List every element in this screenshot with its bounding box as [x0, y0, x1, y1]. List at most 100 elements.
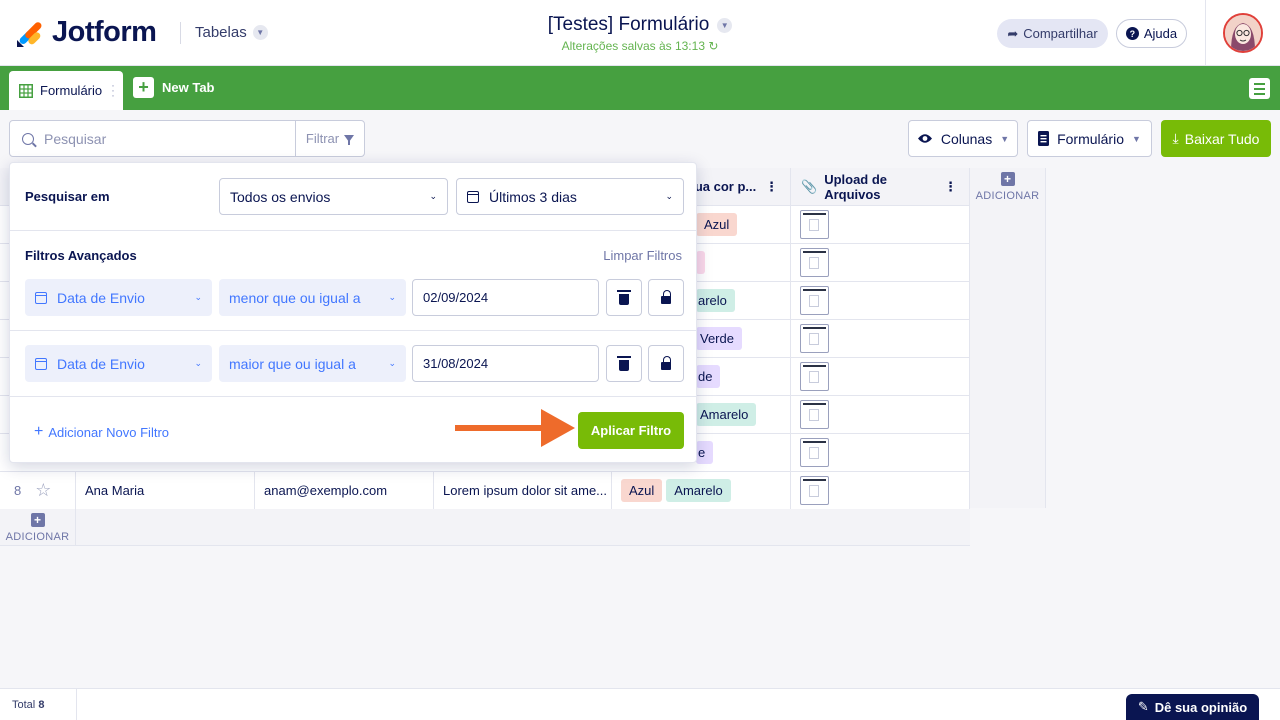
tab-bar: Formulário · · · + New Tab — [0, 66, 1280, 110]
filter-field-select[interactable]: Data de Envio ⌄ — [25, 345, 212, 382]
color-tag: de — [696, 365, 721, 388]
tab-formulario[interactable]: Formulário · · · — [9, 71, 123, 110]
feedback-label: Dê sua opinião — [1154, 699, 1248, 715]
upload-cell[interactable] — [791, 358, 970, 395]
column-more-icon[interactable]: ⋮ — [765, 179, 778, 195]
file-thumbnail[interactable] — [800, 210, 829, 239]
header-divider — [180, 22, 181, 44]
file-thumbnail[interactable] — [800, 286, 829, 315]
add-row-label: ADICIONAR — [5, 531, 70, 543]
lock-filter-button[interactable] — [648, 279, 684, 316]
chevron-down-icon: ⌄ — [388, 292, 396, 302]
file-thumbnail[interactable] — [800, 362, 829, 391]
filter-button[interactable]: Filtrar — [295, 121, 364, 156]
color-tag: Amarelo — [666, 479, 731, 502]
download-all-button[interactable]: ⤓ Baixar Tudo — [1161, 120, 1271, 157]
filter-operator-value: menor que ou igual a — [229, 289, 361, 306]
add-row: + ADICIONAR — [0, 509, 970, 546]
total-count: Total 8 — [12, 699, 44, 711]
footer-divider — [76, 689, 77, 720]
search-in-label: Pesquisar em — [25, 189, 110, 204]
add-row-button[interactable]: + ADICIONAR — [0, 509, 76, 546]
name-cell[interactable]: Ana Maria — [76, 472, 255, 509]
color-tag — [696, 251, 705, 274]
unlock-icon — [661, 290, 671, 304]
upload-cell[interactable] — [791, 206, 970, 243]
add-column[interactable]: + ADICIONAR — [970, 168, 1046, 508]
arrow-annotation-icon — [455, 409, 575, 447]
date-range-select[interactable]: Últimos 3 dias ⌄ — [456, 178, 684, 215]
search-in-value: Todos os envios — [230, 188, 331, 205]
star-icon[interactable]: ☆ — [35, 480, 51, 501]
calendar-icon — [35, 291, 47, 304]
color-tag: Verde — [696, 327, 742, 350]
color-tag: Azul — [696, 213, 738, 236]
tables-dropdown[interactable]: Tabelas ▼ — [195, 24, 268, 41]
form-title-dropdown[interactable]: [Testes] Formulário ▼ — [548, 14, 733, 36]
search-in-select[interactable]: Todos os envios ⌄ — [219, 178, 448, 215]
new-tab-button[interactable]: + New Tab — [133, 77, 215, 98]
columns-label: Colunas — [940, 130, 993, 147]
new-tab-label: New Tab — [162, 80, 215, 95]
row-number: 8 — [14, 483, 22, 498]
upload-cell[interactable] — [791, 244, 970, 281]
filter-label: Filtrar — [305, 131, 340, 146]
feedback-button[interactable]: ✎ Dê sua opinião — [1126, 694, 1259, 720]
filter-date-input[interactable]: 31/08/2024 — [412, 345, 599, 382]
upload-cell[interactable] — [791, 434, 970, 471]
file-thumbnail[interactable] — [800, 438, 829, 467]
add-column-label: ADICIONAR — [975, 190, 1040, 202]
filter-operator-select[interactable]: maior que ou igual a ⌄ — [219, 345, 406, 382]
file-thumbnail[interactable] — [800, 400, 829, 429]
menu-icon[interactable] — [1249, 78, 1270, 99]
columns-button[interactable]: Colunas ▼ — [908, 120, 1018, 157]
footer: Total 8 — [0, 688, 1280, 720]
apply-filter-button[interactable]: Aplicar Filtro — [578, 412, 684, 449]
file-thumbnail[interactable] — [800, 248, 829, 277]
upload-cell[interactable] — [791, 396, 970, 433]
color-tag: Azul — [621, 479, 663, 502]
user-avatar[interactable] — [1223, 13, 1263, 53]
share-button[interactable]: ➦ Compartilhar — [997, 19, 1108, 48]
email-cell[interactable]: anam@exemplo.com — [255, 472, 434, 509]
search-input[interactable] — [44, 130, 284, 147]
download-icon: ⤓ — [1172, 130, 1179, 146]
help-button[interactable]: ? Ajuda — [1116, 19, 1187, 48]
column-more-icon[interactable]: ⋮ — [944, 179, 957, 195]
saved-status-text: Alterações salvas às 13:13 — [561, 39, 705, 53]
file-thumbnail[interactable] — [800, 324, 829, 353]
form-view-button[interactable]: Formulário ▼ — [1027, 120, 1152, 157]
upload-cell[interactable] — [791, 320, 970, 357]
clear-filters-link[interactable]: Limpar Filtros — [603, 248, 682, 263]
jotform-logo[interactable]: Jotform — [16, 16, 157, 49]
refresh-icon: ↻ — [708, 39, 719, 53]
upload-cell[interactable] — [791, 282, 970, 319]
total-number: 8 — [38, 699, 45, 711]
table-grid-icon — [19, 83, 33, 98]
form-title: [Testes] Formulário — [547, 14, 710, 35]
apply-filter-label: Aplicar Filtro — [590, 423, 672, 438]
app-header: Jotform Tabelas ▼ [Testes] Formulário ▼ … — [0, 0, 1280, 66]
name-value: Ana Maria — [85, 483, 145, 498]
email-value: anam@exemplo.com — [264, 483, 388, 498]
filter-date-value: 31/08/2024 — [423, 356, 489, 371]
chevron-down-icon: ⌄ — [194, 292, 202, 302]
add-filter-button[interactable]: + Adicionar Novo Filtro — [34, 423, 169, 441]
filter-field-select[interactable]: Data de Envio ⌄ — [25, 279, 212, 316]
filter-operator-select[interactable]: menor que ou igual a ⌄ — [219, 279, 406, 316]
calendar-icon — [35, 357, 47, 370]
delete-filter-button[interactable] — [606, 345, 642, 382]
filter-date-input[interactable]: 02/09/2024 — [412, 279, 599, 316]
upload-cell[interactable] — [791, 472, 970, 509]
text-cell[interactable]: Lorem ipsum dolor sit ame... — [434, 472, 612, 509]
table-row[interactable]: 8 ☆ Ana Maria anam@exemplo.com Lorem ips… — [0, 472, 970, 510]
delete-filter-button[interactable] — [606, 279, 642, 316]
tab-more-icon[interactable]: · · · — [111, 79, 115, 101]
filter-field-value: Data de Envio — [57, 355, 145, 372]
upload-column-header[interactable]: 📎 Upload de Arquivos ⋮ — [791, 168, 970, 206]
section-divider — [10, 230, 696, 231]
file-thumbnail[interactable] — [800, 476, 829, 505]
lock-filter-button[interactable] — [648, 345, 684, 382]
text-value: Lorem ipsum dolor sit ame... — [443, 483, 608, 498]
eye-icon — [917, 134, 932, 143]
